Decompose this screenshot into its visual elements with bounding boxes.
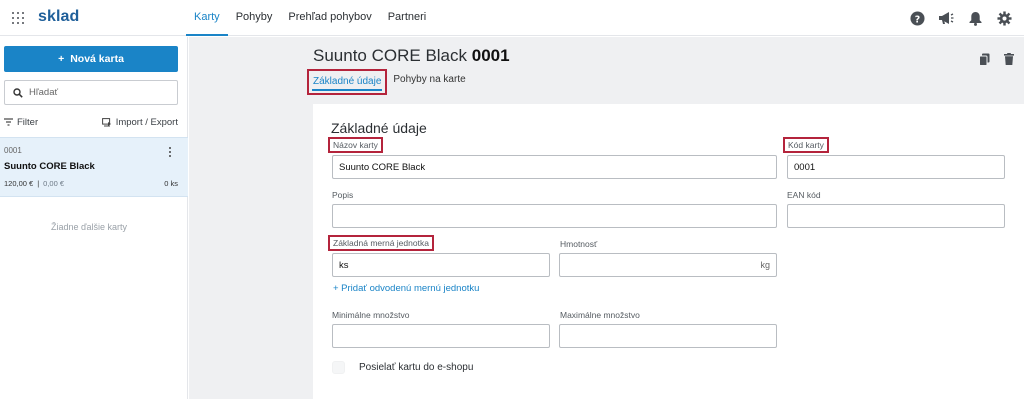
nav-item-prehlad-pohybov[interactable]: Prehľad pohybov [280,0,379,36]
gear-icon[interactable] [996,10,1012,26]
import-export-label: Import / Export [115,116,178,128]
max-mnozstvo-label: Maximálne množstvo [560,310,640,320]
bell-icon[interactable] [967,10,983,26]
apps-grid-icon[interactable] [12,12,24,24]
search-box[interactable] [4,80,178,105]
card-prices: 120,00 € | 0,00 € [4,179,64,188]
page-title-name: Suunto CORE Black [313,46,468,65]
eshop-row: Posielať kartu do e-shopu [332,361,473,374]
empty-list-note: Žiadne ďalšie karty [50,222,128,232]
min-mnozstvo-label: Minimálne množstvo [332,310,410,320]
merna-jednotka-input[interactable]: ks [332,253,550,277]
new-card-label: Nová karta [70,53,124,65]
page-title-code: 0001 [471,46,510,65]
sidebar: + Nová karta Filter Import / Export 0001… [0,37,188,399]
top-bar: sklad Karty Pohyby Prehľad pohybov Partn… [0,0,1024,36]
min-mnozstvo-input[interactable] [332,324,550,348]
delete-icon[interactable] [1004,53,1014,69]
ean-kod-input[interactable] [787,204,1005,228]
import-export-icon [101,117,111,126]
card-price-separator: | [37,179,40,188]
card-price-secondary: 0,00 € [43,179,65,188]
new-card-button[interactable]: + Nová karta [4,46,178,72]
help-icon[interactable]: ? [909,10,925,26]
page-title: Suunto CORE Black 0001 [313,46,510,66]
header-actions [979,53,1014,69]
ean-kod-label: EAN kód [787,190,821,200]
nazov-karty-input[interactable]: Suunto CORE Black [332,155,777,179]
card-price: 120,00 € [4,179,34,188]
max-mnozstvo-input[interactable] [559,324,777,348]
card-list-item[interactable]: 0001 Suunto CORE Black 120,00 € | 0,00 €… [0,137,188,197]
card-name: Suunto CORE Black [4,161,95,172]
hmotnost-input[interactable]: kg [559,253,777,277]
brand-logo[interactable]: sklad [38,8,79,26]
section-title: Základné údaje [331,120,427,136]
search-input[interactable] [29,87,169,98]
merna-jednotka-label: Základná merná jednotka [328,235,434,251]
card-code: 0001 [4,146,22,155]
copy-icon[interactable] [979,53,990,69]
svg-text:?: ? [914,14,919,25]
hmotnost-unit: kg [760,260,770,270]
search-icon [13,87,23,98]
popis-input[interactable] [332,204,777,228]
filter-icon [4,118,13,126]
filter-row: Filter Import / Export [4,115,178,129]
popis-label: Popis [332,190,354,200]
import-export-button[interactable]: Import / Export [101,116,178,128]
filter-label: Filter [17,116,39,128]
kod-karty-label: Kód karty [783,137,829,153]
hmotnost-label: Hmotnosť [560,239,598,249]
form-panel [313,104,1024,399]
megaphone-icon[interactable] [938,10,954,26]
more-vert-icon[interactable] [166,147,174,159]
top-icons: ? [909,10,1012,26]
add-unit-link[interactable]: + Pridať odvodenú mernú jednotku [333,283,479,294]
eshop-checkbox[interactable] [332,361,345,374]
kod-karty-input[interactable]: 0001 [787,155,1005,179]
filter-button[interactable]: Filter [4,117,38,128]
detail-tabs: Základné údaje Pohyby na karte [307,69,472,95]
tab-zakladne-udaje[interactable]: Základné údaje [307,69,388,95]
nav-item-karty[interactable]: Karty [186,0,228,36]
tab-pohyby-na-karte[interactable]: Pohyby na karte [387,69,471,95]
plus-icon: + [58,53,65,65]
nav-item-partneri[interactable]: Partneri [380,0,435,36]
card-quantity: 0 ks [164,179,178,188]
nazov-karty-label: Názov karty [328,137,383,153]
nav-item-pohyby[interactable]: Pohyby [228,0,281,36]
main-nav: Karty Pohyby Prehľad pohybov Partneri [186,0,434,36]
eshop-label: Posielať kartu do e-shopu [359,362,474,373]
